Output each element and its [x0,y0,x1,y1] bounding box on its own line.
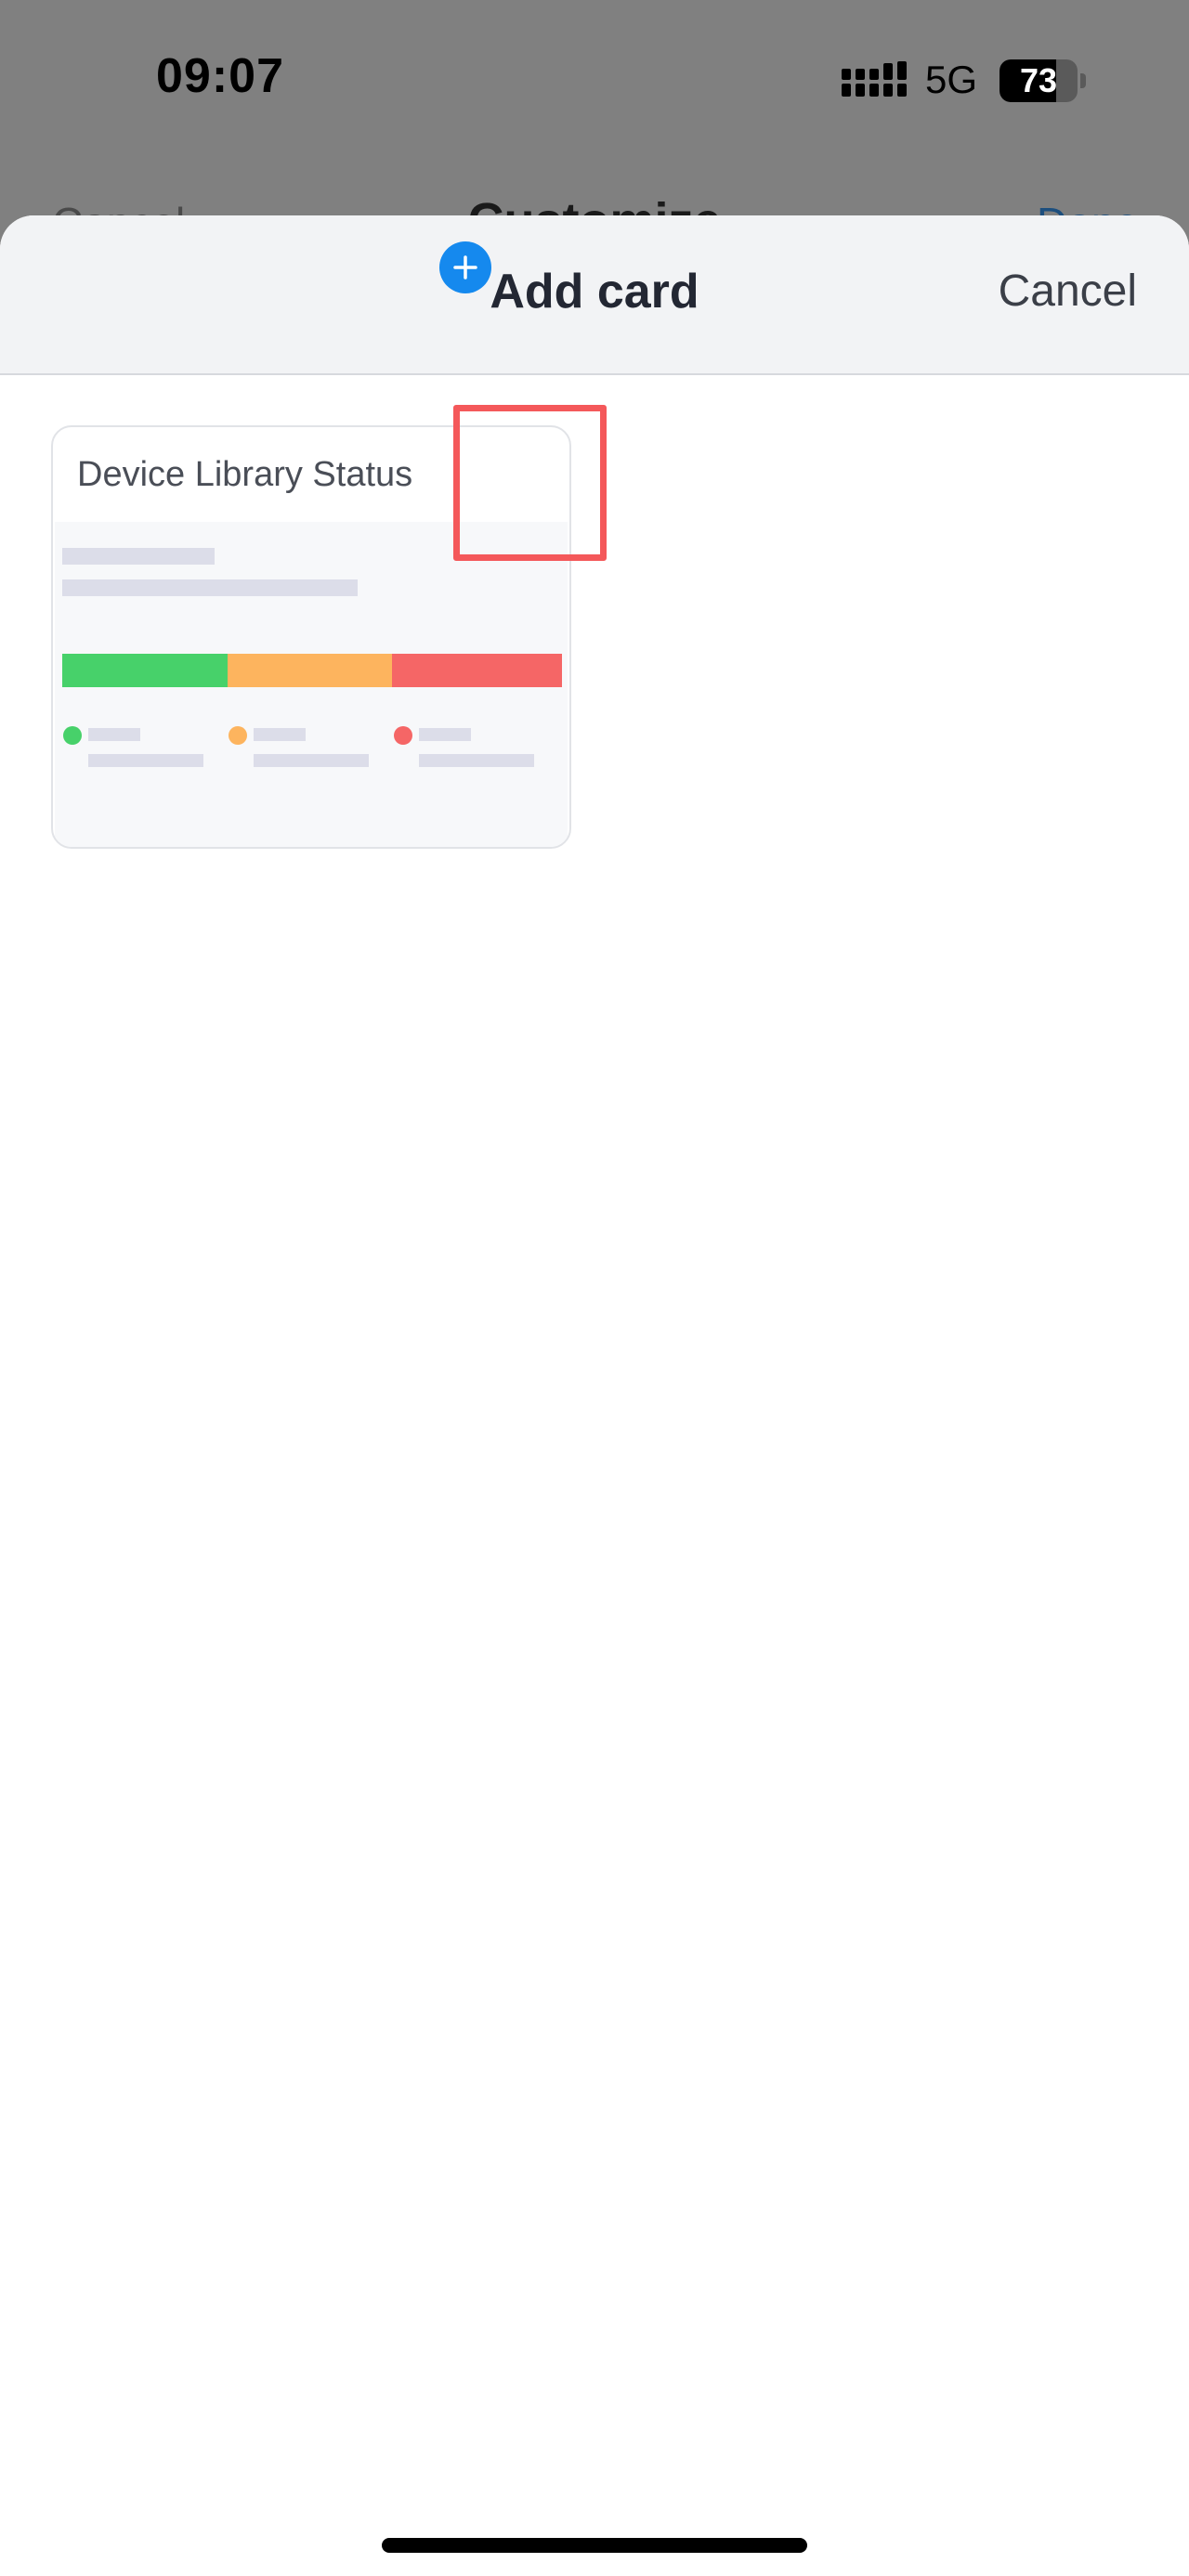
placeholder-line [419,754,534,767]
legend-dot-red [394,726,412,745]
placeholder-line [419,728,471,741]
status-bar: 09:07 5G 73 [0,0,1189,163]
placeholder-line [88,728,140,741]
signal-bars-icon [842,61,907,97]
status-segment-green [62,654,228,687]
placeholder-line [62,548,215,565]
card-title: Device Library Status [77,455,413,494]
status-segment-red [392,654,562,687]
status-segment-orange [227,654,393,687]
network-label: 5G [925,58,978,101]
legend-dot-orange [229,726,247,745]
home-indicator[interactable] [382,2538,807,2553]
highlight-box [453,405,607,561]
placeholder-line [88,754,203,767]
add-card-sheet: Add card Cancel Device Library Status [0,215,1189,2576]
status-time: 09:07 [156,49,284,103]
placeholder-line [254,754,369,767]
sheet-header: Add card Cancel [0,215,1189,375]
card-preview [55,522,568,847]
placeholder-line [254,728,306,741]
plus-circle-icon [453,255,477,280]
battery-icon: 73 [1000,59,1086,102]
add-card-button[interactable] [439,241,491,293]
placeholder-line [62,579,358,596]
legend-dot-green [63,726,82,745]
cancel-button[interactable]: Cancel [999,266,1137,317]
battery-percentage: 73 [1019,61,1058,99]
status-bar-graph [62,654,562,687]
